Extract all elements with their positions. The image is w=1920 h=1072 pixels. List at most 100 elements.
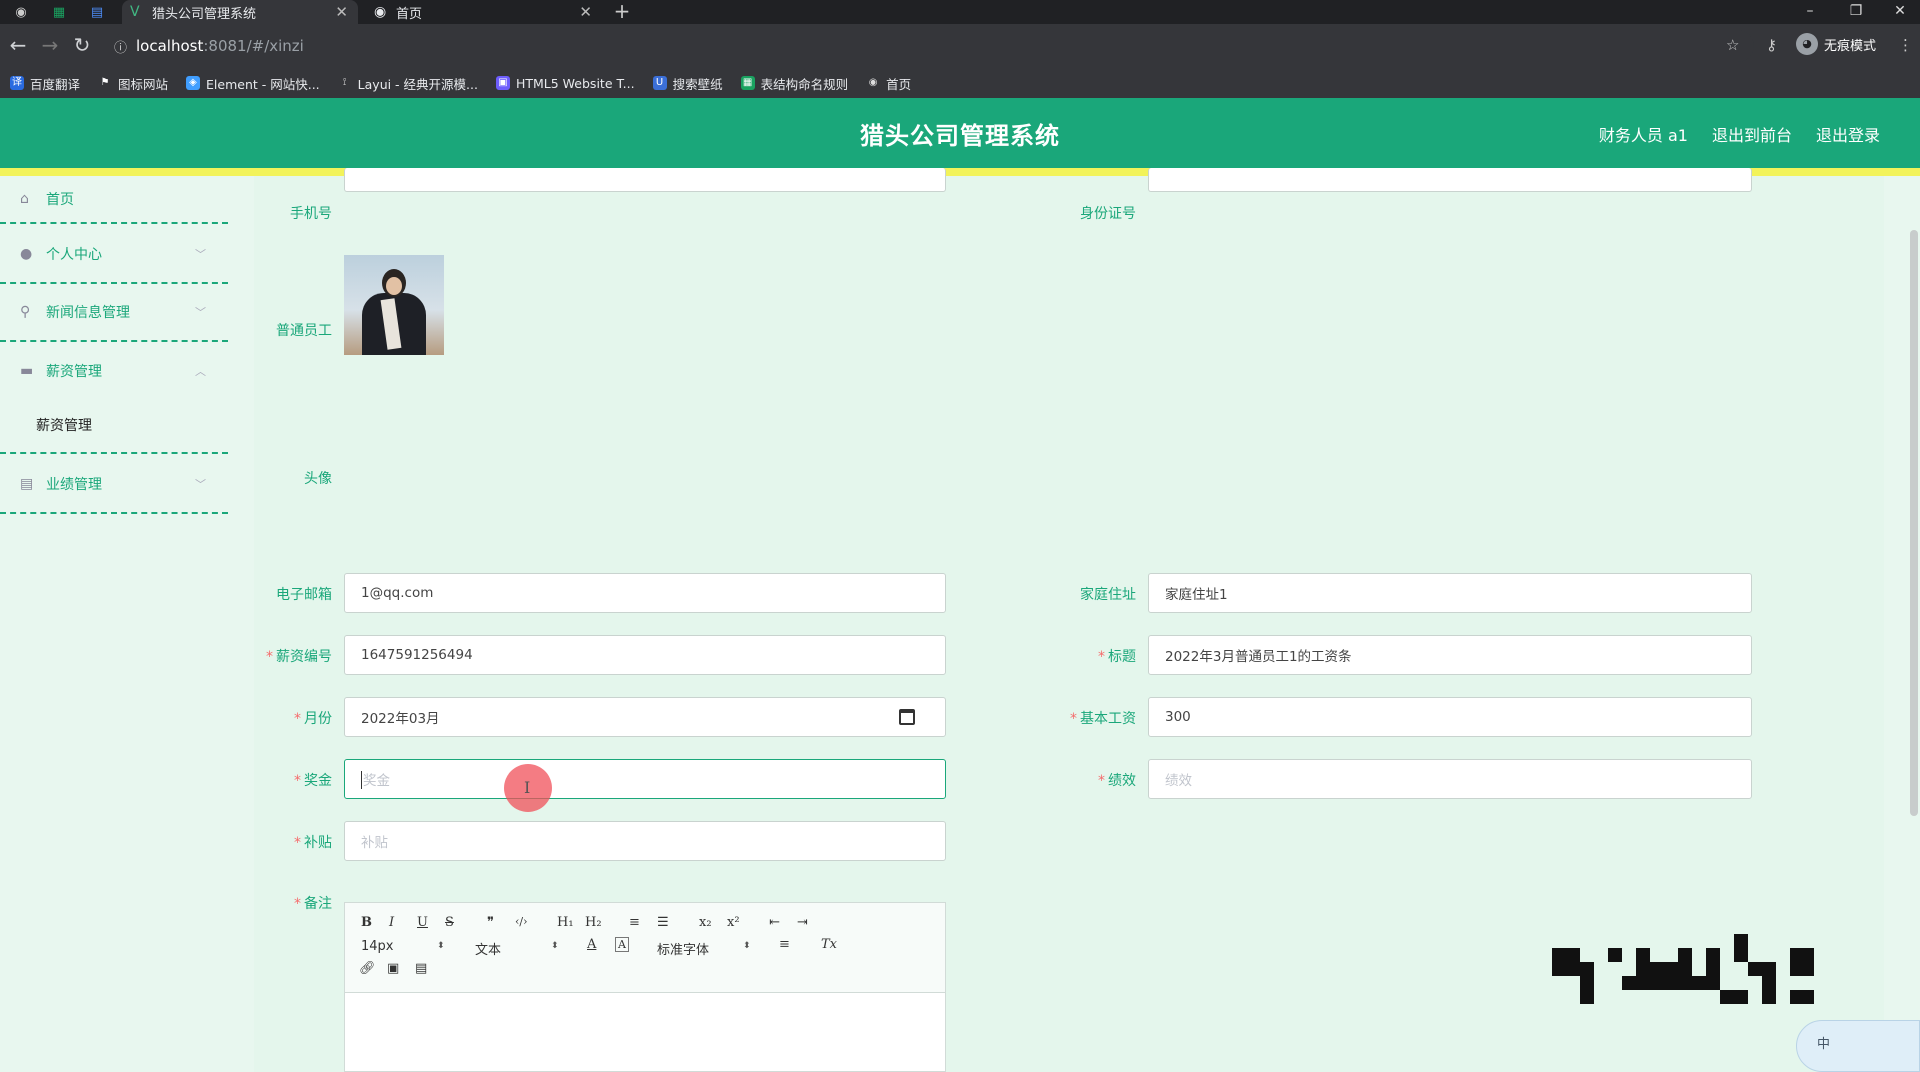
font-size-select[interactable]: 14px ⬍ — [361, 939, 445, 954]
restore-icon[interactable]: ❐ — [1834, 0, 1878, 24]
font-family-select[interactable]: 标准字体 ⬍ — [657, 939, 753, 958]
ime-indicator[interactable]: 中 — [1796, 1020, 1920, 1072]
sidebar-item-news[interactable]: ⚲ 新闻信息管理 ﹀ — [0, 284, 228, 342]
italic-button[interactable]: I — [389, 915, 394, 930]
incognito-indicator[interactable]: ◕ 无痕模式 — [1796, 33, 1876, 55]
performance-input[interactable]: 绩效 — [1148, 759, 1752, 799]
video-icon[interactable]: ▤ — [415, 961, 427, 976]
subsidy-input[interactable]: 补贴 — [344, 821, 946, 861]
performance-label: * 绩效 — [1098, 773, 1136, 789]
code-button[interactable]: ‹/› — [515, 915, 528, 928]
background-color-button[interactable]: A — [615, 937, 629, 952]
font-size-value: 14px — [361, 939, 394, 954]
address-input[interactable]: 家庭住址1 — [1148, 573, 1752, 613]
h1-button[interactable]: H₁ — [557, 915, 574, 930]
sheet-tab-icon[interactable]: ▦ — [50, 3, 68, 21]
sidebar-item-label: 薪资管理 — [46, 364, 102, 380]
forward-icon[interactable]: → — [38, 34, 62, 58]
employee-photo[interactable] — [344, 255, 444, 355]
h2-button[interactable]: H₂ — [585, 915, 602, 930]
tab-home[interactable]: ◉ 首页 ✕ — [366, 0, 602, 24]
sidebar-item-salary[interactable]: ▬ 薪资管理 ︿ — [0, 342, 228, 400]
ordered-list-button[interactable]: ≡ — [629, 915, 640, 930]
sidebar: ⌂ 首页 ● 个人中心 ﹀ ⚲ 新闻信息管理 ﹀ ▬ 薪资管理 ︿ 薪资管理 ▤… — [0, 176, 228, 1072]
tab-active[interactable]: V 猎头公司管理系统 ✕ — [122, 0, 358, 24]
rich-text-editor[interactable]: B I U S ❞ ‹/› H₁ H₂ ≡ ☰ x₂ x² ⇤ ⇥ 14px ⬍ … — [344, 902, 946, 1072]
menu-dots-icon[interactable]: ⋮ — [1898, 36, 1913, 54]
bullet-list-button[interactable]: ☰ — [657, 915, 669, 930]
block-type-select[interactable]: 文本 ⬍ — [475, 939, 559, 958]
bookmark-item[interactable]: ⚑ 图标网站 — [98, 74, 169, 93]
pinned-tab-icon[interactable]: ▤ — [88, 3, 106, 21]
month-value: 2022年03月 — [361, 711, 440, 727]
sidebar-item-home[interactable]: ⌂ 首页 — [0, 176, 228, 224]
align-button[interactable]: ≡ — [779, 937, 790, 952]
bookmark-label: 首页 — [886, 76, 912, 92]
to-front-link[interactable]: 退出到前台 — [1712, 122, 1792, 146]
text-color-button[interactable]: A — [587, 937, 596, 952]
salary-no-input[interactable]: 1647591256494 — [344, 635, 946, 675]
email-input[interactable]: 1@qq.com — [344, 573, 946, 613]
window-close-icon[interactable]: ✕ — [1878, 0, 1920, 24]
bookmark-item[interactable]: ◉ 首页 — [866, 74, 911, 93]
title-label: * 标题 — [1098, 649, 1136, 665]
calendar-icon[interactable] — [899, 709, 915, 725]
link-icon[interactable]: 🔗︎ — [359, 961, 376, 976]
url-field[interactable]: ⓘ localhost:8081/#/xinzi — [114, 30, 1754, 62]
bookmark-item[interactable]: ▣ HTML5 Website T... — [495, 76, 635, 91]
clear-format-button[interactable]: Tx — [821, 937, 837, 952]
month-picker[interactable]: 2022年03月 — [344, 697, 946, 737]
page-scrollbar[interactable] — [1910, 230, 1918, 816]
outdent-button[interactable]: ⇤ — [769, 915, 780, 930]
address-bar-row: ← → ↻ ⓘ localhost:8081/#/xinzi ☆ ⚷ ◕ 无痕模… — [0, 24, 1920, 68]
subscript-button[interactable]: x₂ — [699, 915, 712, 930]
minimize-icon[interactable]: – — [1788, 0, 1832, 24]
sidebar-item-label: 首页 — [46, 192, 74, 208]
new-tab-button[interactable]: + — [612, 0, 632, 24]
key-icon[interactable]: ⚷ — [1766, 36, 1777, 54]
chrome-globe-icon[interactable]: ◉ — [12, 3, 30, 21]
bookmark-star-icon[interactable]: ☆ — [1726, 36, 1739, 54]
info-icon[interactable]: ⓘ — [114, 37, 136, 56]
bookmark-item[interactable]: ◈ Element - 网站快... — [186, 74, 320, 93]
close-icon[interactable]: ✕ — [335, 3, 348, 21]
flag-icon: ⚑ — [100, 77, 110, 88]
employee-label: 普通员工 — [276, 323, 332, 339]
strike-button[interactable]: S — [445, 915, 454, 930]
ime-label: 中 — [1817, 1037, 1831, 1052]
home-icon: ⌂ — [20, 191, 29, 207]
sidebar-item-profile[interactable]: ● 个人中心 ﹀ — [0, 226, 228, 284]
text-caret — [361, 771, 362, 789]
indent-button[interactable]: ⇥ — [797, 915, 808, 930]
reload-icon[interactable]: ↻ — [70, 34, 94, 58]
idcard-input[interactable] — [1148, 168, 1752, 192]
bold-button[interactable]: B — [361, 915, 372, 930]
app-header: 猎头公司管理系统 财务人员 a1 退出到前台 退出登录 — [0, 98, 1920, 176]
bonus-input[interactable]: 奖金 — [344, 759, 946, 799]
logout-link[interactable]: 退出登录 — [1816, 122, 1880, 146]
url-host: localhost — [136, 37, 204, 55]
phone-input[interactable] — [344, 168, 946, 192]
superscript-button[interactable]: x² — [727, 915, 740, 930]
title-input[interactable]: 2022年3月普通员工1的工资条 — [1148, 635, 1752, 675]
bookmark-label: Element - 网站快... — [206, 76, 320, 92]
underline-button[interactable]: U — [417, 915, 428, 930]
image-icon[interactable]: ▣ — [387, 961, 399, 976]
incognito-icon: ◕ — [1796, 33, 1818, 55]
base-salary-input[interactable]: 300 — [1148, 697, 1752, 737]
back-icon[interactable]: ← — [6, 34, 30, 58]
url-path: :8081/#/xinzi — [203, 37, 304, 55]
remark-label: * 备注 — [294, 896, 332, 912]
bookmark-item[interactable]: 译百度翻译 — [10, 74, 80, 93]
sheet-icon: ▦ — [740, 76, 755, 90]
bookmark-item[interactable]: U 搜索壁纸 — [652, 74, 723, 93]
briefcase-icon: ▬ — [20, 363, 34, 379]
close-icon[interactable]: ✕ — [579, 3, 592, 21]
sidebar-subitem-salary[interactable]: 薪资管理 — [0, 398, 228, 454]
qr-code-overlay — [1552, 934, 1814, 1004]
bookmark-item[interactable]: ▦ 表结构命名规则 — [740, 74, 848, 93]
bookmark-item[interactable]: ⟟ Layui - 经典开源模... — [338, 74, 478, 93]
tab-title: 猎头公司管理系统 — [152, 6, 257, 22]
blockquote-button[interactable]: ❞ — [487, 915, 494, 930]
sidebar-item-performance[interactable]: ▤ 业绩管理 ﹀ — [0, 456, 228, 514]
